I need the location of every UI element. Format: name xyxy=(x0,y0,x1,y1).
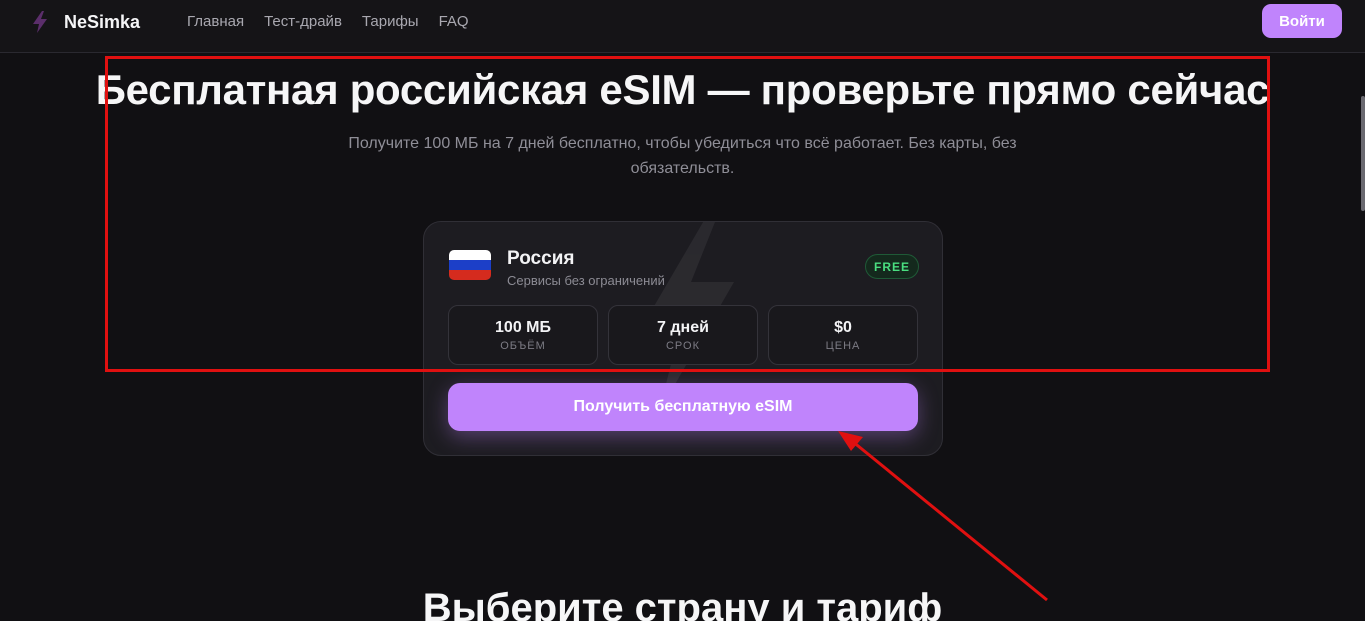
login-button[interactable]: Войти xyxy=(1262,4,1342,38)
nav-link-test-drive[interactable]: Тест-драйв xyxy=(264,13,342,30)
get-free-esim-button[interactable]: Получить бесплатную eSIM xyxy=(448,383,918,431)
russia-flag-icon xyxy=(449,250,491,280)
brand-name: NeSimka xyxy=(64,11,141,32)
nav-link-home[interactable]: Главная xyxy=(187,13,244,30)
top-navbar: NeSimka Главная Тест-драйв Тарифы FAQ Во… xyxy=(0,0,1365,53)
main-nav: Главная Тест-драйв Тарифы FAQ xyxy=(187,13,489,30)
stat-value: $0 xyxy=(834,319,852,336)
choose-country-heading: Выберите страну и тариф xyxy=(422,586,943,621)
country-name: Россия xyxy=(507,248,575,269)
nav-link-faq[interactable]: FAQ xyxy=(439,13,469,30)
free-badge: FREE xyxy=(865,254,919,279)
stat-label: СРОК xyxy=(665,340,700,352)
country-description: Сервисы без ограничений xyxy=(507,273,665,288)
lightning-bolt-icon xyxy=(30,10,50,34)
hero-subtitle: Получите 100 МБ на 7 дней бесплатно, что… xyxy=(348,135,1017,177)
stat-value: 7 дней xyxy=(657,319,709,336)
stat-value: 100 МБ xyxy=(495,319,551,336)
page: NeSimka Главная Тест-драйв Тарифы FAQ Во… xyxy=(0,0,1365,621)
brand-logo[interactable]: NeSimka xyxy=(30,10,140,34)
stat-label: ЦЕНА xyxy=(825,340,861,352)
stat-label: ОБЪЁМ xyxy=(500,340,546,352)
hero-title: Бесплатная российская eSIM — проверьте п… xyxy=(95,66,1270,113)
stat-price: $0 ЦЕНА xyxy=(768,305,918,365)
nav-link-tariffs[interactable]: Тарифы xyxy=(362,13,419,30)
stat-duration: 7 дней СРОК xyxy=(608,305,758,365)
stat-volume: 100 МБ ОБЪЁМ xyxy=(448,305,598,365)
free-esim-card: Россия Сервисы без ограничений FREE 100 … xyxy=(423,221,943,456)
